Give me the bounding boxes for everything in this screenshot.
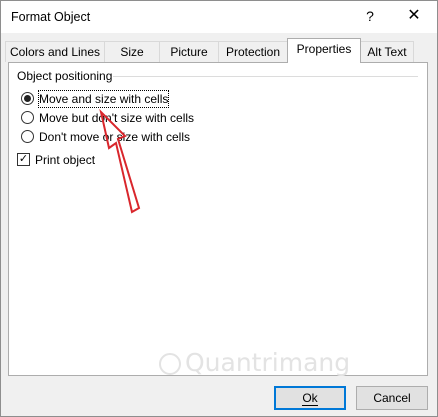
format-object-dialog: Format Object ? ✕ Colors and Lines Size … bbox=[0, 0, 438, 417]
ok-button-label: Ok bbox=[302, 391, 318, 406]
cancel-button[interactable]: Cancel bbox=[356, 386, 428, 410]
red-arrow-shape bbox=[99, 108, 141, 214]
annotation-arrow bbox=[99, 108, 141, 214]
tab-properties[interactable]: Properties bbox=[287, 38, 361, 63]
ok-button[interactable]: Ok bbox=[274, 386, 346, 410]
